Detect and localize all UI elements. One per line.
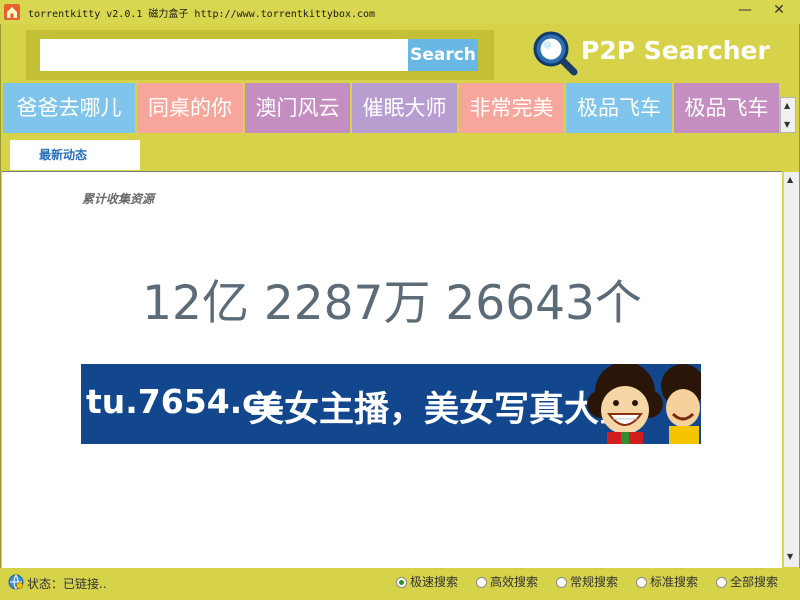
hot-tags-strip: 爸爸去哪儿 同桌的你 澳门风云 催眠大师 非常完美 极品飞车 极品飞车 <box>0 83 800 135</box>
search-button[interactable]: Search <box>408 39 478 71</box>
hot-tag[interactable]: 极品飞车 <box>566 83 672 133</box>
hot-tag[interactable]: 极品飞车 <box>674 83 779 133</box>
tags-scrollbar[interactable]: ▲ ▼ <box>780 97 796 133</box>
scroll-up-icon[interactable]: ▲ <box>787 175 793 184</box>
content-scrollbar[interactable]: ▲ ▼ <box>783 172 799 567</box>
resource-count: 12亿 2287万 26643个 <box>142 276 642 331</box>
mode-standard-search[interactable]: 标准搜索 <box>636 574 698 590</box>
title-bar[interactable]: torrentkitty v2.0.1 磁力盒子 http://www.torr… <box>0 0 800 24</box>
mode-label: 极速搜索 <box>410 575 459 589</box>
hot-tag[interactable]: 同桌的你 <box>137 83 243 133</box>
banner-slogan: 美女主播，美女写真大全 <box>249 390 635 430</box>
mode-full-search[interactable]: 全部搜索 <box>716 574 778 590</box>
mode-label: 标准搜索 <box>650 575 699 589</box>
magnifier-icon <box>533 31 578 76</box>
cartoon-faces-icon <box>587 364 701 444</box>
radio-icon[interactable] <box>556 577 567 588</box>
content-panel: 累计收集资源 12亿 2287万 26643个 tu.7654.cc 美女主播，… <box>2 171 782 568</box>
radio-icon[interactable] <box>636 577 647 588</box>
home-icon <box>4 4 20 20</box>
scroll-down-icon[interactable]: ▼ <box>784 120 790 130</box>
stats-label: 累计收集资源 <box>82 192 155 206</box>
search-input[interactable] <box>40 39 408 71</box>
radio-icon[interactable] <box>716 577 727 588</box>
hot-tag[interactable]: 爸爸去哪儿 <box>3 83 135 133</box>
ad-banner[interactable]: tu.7654.cc 美女主播，美女写真大全 <box>81 364 701 444</box>
mode-label: 全部搜索 <box>730 575 779 589</box>
tab-latest-news[interactable]: 最新动态 <box>10 140 140 170</box>
window-title: torrentkitty v2.0.1 磁力盒子 http://www.torr… <box>28 9 376 20</box>
globe-user-icon <box>8 574 24 590</box>
hot-tag[interactable]: 催眠大师 <box>352 83 457 133</box>
close-button[interactable]: ✕ <box>766 1 792 21</box>
status-text: 状态：已链接.. <box>27 577 107 591</box>
hot-tag[interactable]: 澳门风云 <box>245 83 350 133</box>
mode-turbo-search[interactable]: 极速搜索 <box>396 574 458 590</box>
scroll-up-icon[interactable]: ▲ <box>784 101 790 111</box>
mode-regular-search[interactable]: 常规搜索 <box>556 574 618 590</box>
radio-selected-icon[interactable] <box>396 577 407 588</box>
radio-icon[interactable] <box>476 577 487 588</box>
minimize-button[interactable]: — <box>732 1 758 21</box>
scroll-down-icon[interactable]: ▼ <box>787 552 793 561</box>
mode-label: 高效搜索 <box>490 575 539 589</box>
hot-tag[interactable]: 非常完美 <box>459 83 564 133</box>
mode-label: 常规搜索 <box>570 575 619 589</box>
logo-text: P2P Searcher <box>581 36 770 65</box>
mode-efficient-search[interactable]: 高效搜索 <box>476 574 538 590</box>
